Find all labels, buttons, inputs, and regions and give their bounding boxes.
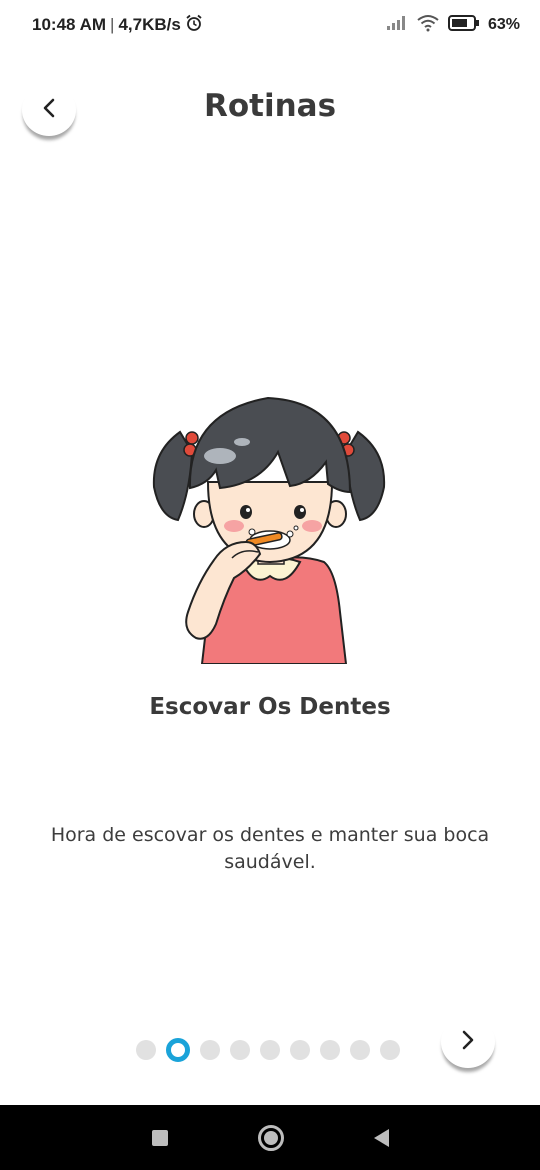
home-icon[interactable] <box>257 1124 284 1151</box>
back-icon[interactable] <box>373 1128 389 1147</box>
page-dot[interactable] <box>136 1040 156 1060</box>
page-title: Rotinas <box>203 88 337 124</box>
status-right: 63% <box>386 14 520 37</box>
page-dot[interactable] <box>200 1040 220 1060</box>
signal-icon <box>386 15 408 36</box>
page-dot[interactable] <box>320 1040 340 1060</box>
battery-icon <box>447 14 480 36</box>
next-button[interactable] <box>441 1016 495 1068</box>
status-time: 10:48 AM <box>32 15 107 34</box>
status-speed: 4,7KB/s <box>118 15 181 34</box>
wifi-icon <box>416 14 440 37</box>
page-dot-active[interactable] <box>166 1038 190 1062</box>
status-bar: 10:48 AM | 4,7KB/s 63% <box>0 0 540 50</box>
battery-percent: 63% <box>487 16 520 33</box>
page-dot[interactable] <box>230 1040 250 1060</box>
routine-description: Hora de escovar os dentes e manter sua b… <box>50 824 490 873</box>
page-dot[interactable] <box>350 1040 370 1060</box>
status-separator: | <box>110 15 115 34</box>
page-dot[interactable] <box>290 1040 310 1060</box>
page-indicator <box>136 1038 400 1062</box>
routine-title: Escovar Os Dentes <box>149 694 391 720</box>
chevron-right-icon <box>460 1029 476 1055</box>
page-dot[interactable] <box>260 1040 280 1060</box>
brushing-teeth-illustration <box>150 392 390 665</box>
recents-icon[interactable] <box>151 1129 168 1146</box>
system-nav-bar <box>0 1105 540 1170</box>
alarm-icon <box>185 14 203 37</box>
status-left: 10:48 AM | 4,7KB/s <box>32 14 203 37</box>
page-dot[interactable] <box>380 1040 400 1060</box>
